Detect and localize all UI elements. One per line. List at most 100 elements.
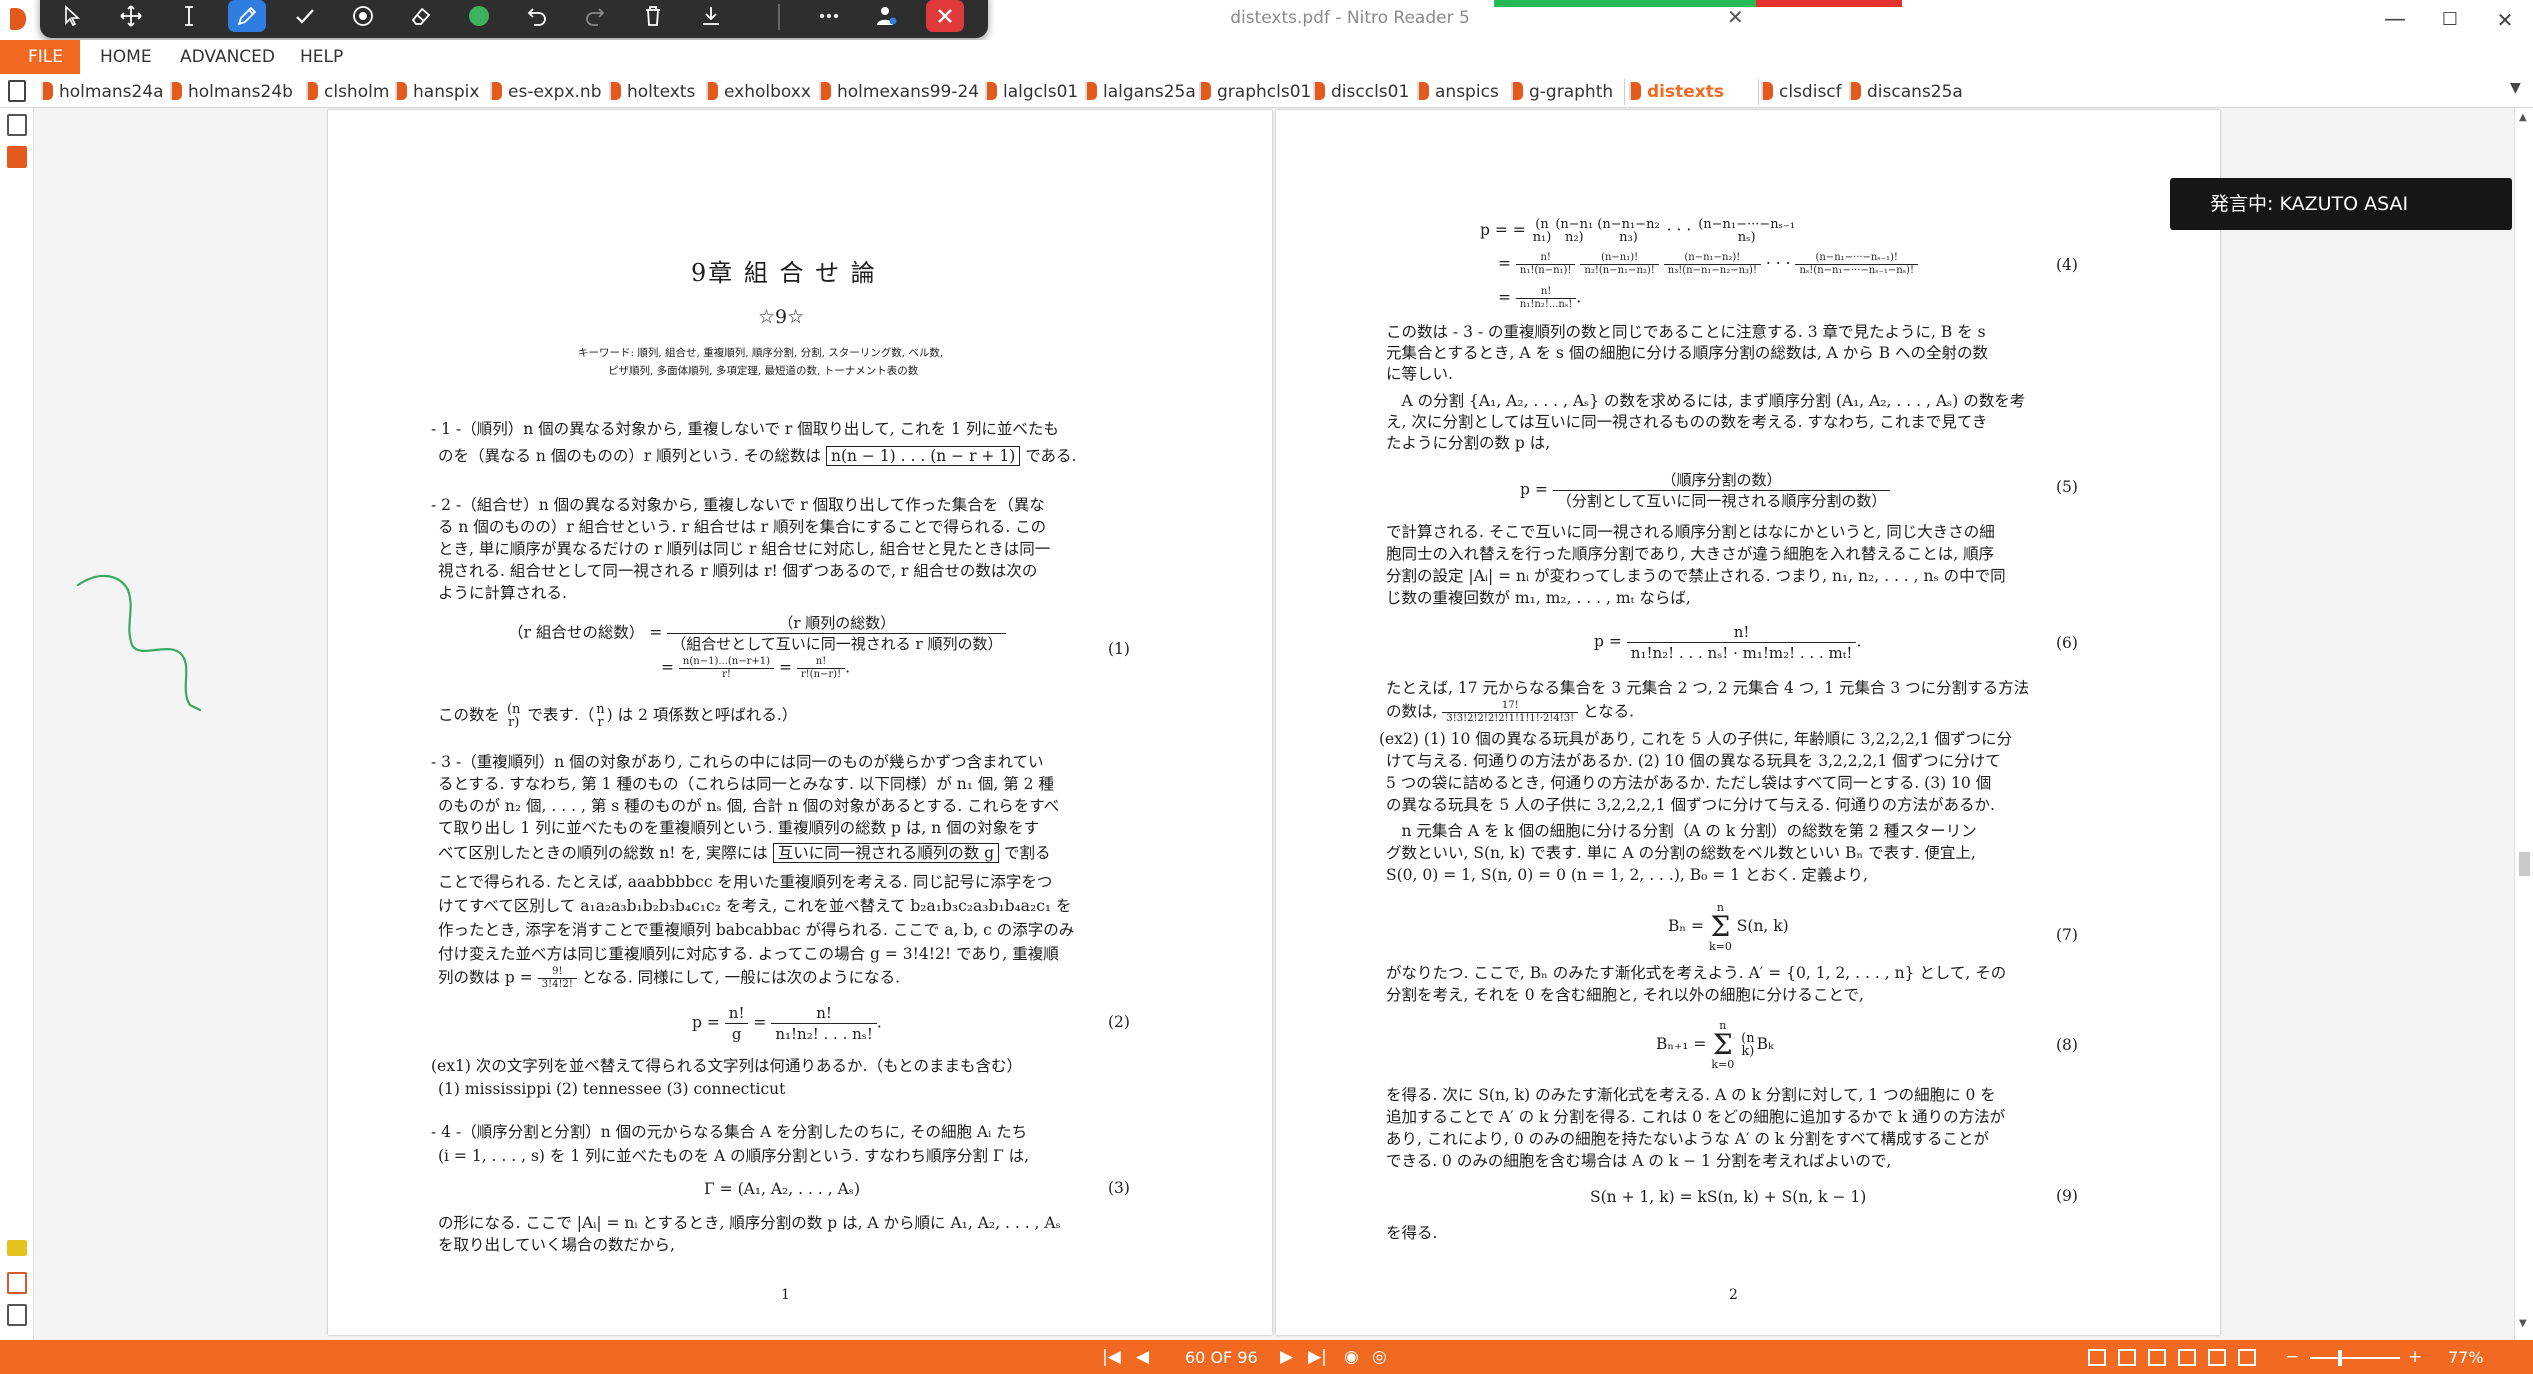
- close-toolbar-button[interactable]: [926, 0, 964, 32]
- equation-number: (8): [2056, 1036, 2078, 1054]
- section2-line: 視される. 組合せとして同一視される r 順列は r! 個ずつあるので, r 組…: [438, 562, 1038, 580]
- tab-document[interactable]: anspics: [1413, 79, 1499, 105]
- minimize-button[interactable]: —: [2375, 6, 2415, 36]
- page-thumbnails-icon[interactable]: [7, 114, 27, 136]
- fit-width-icon[interactable]: [2208, 1349, 2226, 1366]
- keywords-line-1: キーワード: 順列, 組合せ, 重複順列, 順序分割, 分割, スターリング数,…: [578, 347, 944, 359]
- download-icon[interactable]: [692, 0, 730, 32]
- vertical-scrollbar[interactable]: ▲ ▼: [2514, 108, 2533, 1340]
- continuous-view-icon[interactable]: [2118, 1349, 2136, 1366]
- tab-document[interactable]: disccls01: [1309, 79, 1409, 105]
- equation-5: p = （順序分割の数） （分割として互いに同一視される順序分割の数）: [1520, 470, 1891, 511]
- tab-label: g-graphth: [1529, 82, 1614, 102]
- paragraph-line: 分割の設定 |Aᵢ| = nᵢ が変わってしまうので禁止される. つまり, n₁…: [1386, 567, 2006, 585]
- tab-document[interactable]: clsholm: [302, 79, 389, 105]
- trash-icon[interactable]: [634, 0, 672, 32]
- equation-number: (9): [2056, 1187, 2078, 1205]
- paragraph-line: に等しい.: [1386, 365, 1453, 383]
- tab-active-document[interactable]: distexts: [1624, 79, 1759, 105]
- layers-icon[interactable]: [7, 1304, 27, 1326]
- tab-document[interactable]: lalgcls01: [981, 79, 1078, 105]
- nitro-logo-icon[interactable]: [10, 8, 26, 30]
- tab-document[interactable]: holtexts: [605, 79, 695, 105]
- paragraph-line: あり, これにより, 0 のみの細胞を持たないような A′ の k 分割をすべて…: [1386, 1130, 1989, 1148]
- pdf-file-icon: [1629, 82, 1641, 100]
- single-page-view-icon[interactable]: [2088, 1349, 2106, 1366]
- redo-icon[interactable]: [576, 0, 614, 32]
- zoom-slider-handle[interactable]: [2337, 1350, 2342, 1366]
- previous-page-icon[interactable]: ◀: [1136, 1348, 1149, 1366]
- zoom-in-icon[interactable]: +: [2408, 1348, 2422, 1366]
- equation-6: p = n! n₁!n₂! . . . nₛ! · m₁!m₂! . . . mₜ…: [1594, 623, 1862, 662]
- tab-label: holmexans99-24: [837, 82, 980, 102]
- next-page-icon[interactable]: ▶: [1280, 1348, 1293, 1366]
- check-tool-icon[interactable]: [286, 0, 324, 32]
- bookmarks-icon[interactable]: [7, 146, 27, 168]
- fit-page-icon[interactable]: [2238, 1349, 2256, 1366]
- paragraph-line: 分割を考え, それを 0 を含む細胞と, それ以外の細胞に分けることで,: [1386, 986, 1864, 1004]
- pdf-file-icon: [1199, 82, 1211, 100]
- eraser-tool-icon[interactable]: [402, 0, 440, 32]
- facing-view-icon[interactable]: [2148, 1349, 2166, 1366]
- tab-document[interactable]: lalgans25a: [1081, 79, 1196, 105]
- page-number: 1: [781, 1287, 790, 1303]
- keywords-line-2: ピザ順列, 多面体順列, 多項定理, 最短道の数, トーナメント表の数: [608, 365, 919, 377]
- equation-8: Bₙ₊₁ = n Σk=0 (n k) Bₖ: [1656, 1019, 1774, 1071]
- spotlight-tool-icon[interactable]: [344, 0, 382, 32]
- exercise-2: 5 つの袋に詰めるとき, 何通りの方法があるか. ただし袋はすべて同一とする. …: [1386, 774, 1992, 792]
- scroll-up-icon[interactable]: ▲: [2519, 112, 2527, 123]
- tab-document[interactable]: clsdiscf: [1757, 79, 1842, 105]
- tab-document[interactable]: exholboxx: [702, 79, 811, 105]
- menu-advanced[interactable]: ADVANCED: [180, 40, 275, 74]
- undo-icon[interactable]: [518, 0, 556, 32]
- section3-line: けてすべて区別して a₁a₂a₃b₁b₂b₃b₄c₁c₂ を考え, これを並べ替…: [438, 897, 1072, 915]
- zoom-slider[interactable]: [2310, 1357, 2400, 1359]
- attachments-icon[interactable]: [7, 1272, 27, 1294]
- section3-line: 付け変えた並べ方は同じ重複順列に対応する. よってこの場合 g = 3!4!2!…: [438, 945, 1059, 963]
- tab-document[interactable]: holmans24a: [37, 79, 164, 105]
- tab-document[interactable]: graphcls01: [1195, 79, 1311, 105]
- section1-line: - 1 -（順列）n 個の異なる対象から, 重複しないで r 個取り出して, こ…: [431, 420, 1059, 438]
- previous-view-icon[interactable]: ◉: [1344, 1348, 1359, 1366]
- scroll-thumb[interactable]: [2519, 852, 2530, 876]
- page-indicator[interactable]: 60 OF 96: [1185, 1348, 1258, 1367]
- first-page-icon[interactable]: |◀: [1102, 1348, 1121, 1366]
- menu-home[interactable]: HOME: [100, 40, 152, 74]
- zoom-level[interactable]: 77%: [2448, 1348, 2484, 1367]
- pointer-tool-icon[interactable]: [54, 0, 92, 32]
- active-speaker-banner: 発言中: KAZUTO ASAI: [2170, 178, 2512, 230]
- tab-document[interactable]: g-graphth: [1507, 79, 1613, 105]
- text-cursor-tool-icon[interactable]: [170, 0, 208, 32]
- tab-document[interactable]: es-expx.nb: [486, 79, 602, 105]
- participant-settings-icon[interactable]: [868, 0, 906, 32]
- menu-help[interactable]: HELP: [300, 40, 343, 74]
- move-tool-icon[interactable]: [112, 0, 150, 32]
- pen-tool-icon[interactable]: [228, 0, 266, 32]
- equation-number: (6): [2056, 634, 2078, 652]
- status-bar: |◀ ◀ 60 OF 96 ▶ ▶| ◉ ◎ − + 77%: [0, 1340, 2533, 1374]
- pdf-file-icon: [1761, 82, 1773, 100]
- last-page-icon[interactable]: ▶|: [1308, 1348, 1327, 1366]
- close-window-button[interactable]: ✕: [2485, 6, 2525, 36]
- tab-scroll-chevron-icon[interactable]: ▼: [2510, 80, 2521, 96]
- tab-label: lalgcls01: [1003, 82, 1079, 102]
- equation-4-cont: = n! n₁!(n−n₁)! (n−n₁)! n₂!(n−n₁−n₂)! (n−n…: [1498, 252, 1918, 277]
- next-view-icon[interactable]: ◎: [1372, 1348, 1387, 1366]
- scroll-down-icon[interactable]: ▼: [2519, 1318, 2527, 1329]
- tab-document[interactable]: discans25a: [1845, 79, 1963, 105]
- close-tab-icon[interactable]: ✕: [1727, 5, 1744, 29]
- section2-line: る n 個のものの）r 組合せという. r 組合せは r 順列を集合にすることで…: [438, 518, 1047, 536]
- color-picker-icon[interactable]: [460, 0, 498, 32]
- maximize-button[interactable]: ☐: [2430, 6, 2470, 36]
- tab-document[interactable]: holmans24b: [166, 79, 293, 105]
- recording-progress-red: [1756, 0, 1902, 7]
- facing-continuous-view-icon[interactable]: [2178, 1349, 2196, 1366]
- tab-document[interactable]: hanspix: [391, 79, 479, 105]
- menu-file[interactable]: FILE: [0, 40, 80, 74]
- more-options-icon[interactable]: [810, 0, 848, 32]
- zoom-out-icon[interactable]: −: [2285, 1348, 2299, 1366]
- pdf-file-icon: [41, 82, 53, 100]
- comments-icon[interactable]: [7, 1240, 27, 1256]
- tab-document[interactable]: holmexans99-24: [815, 79, 979, 105]
- tab-list-icon[interactable]: [8, 80, 26, 102]
